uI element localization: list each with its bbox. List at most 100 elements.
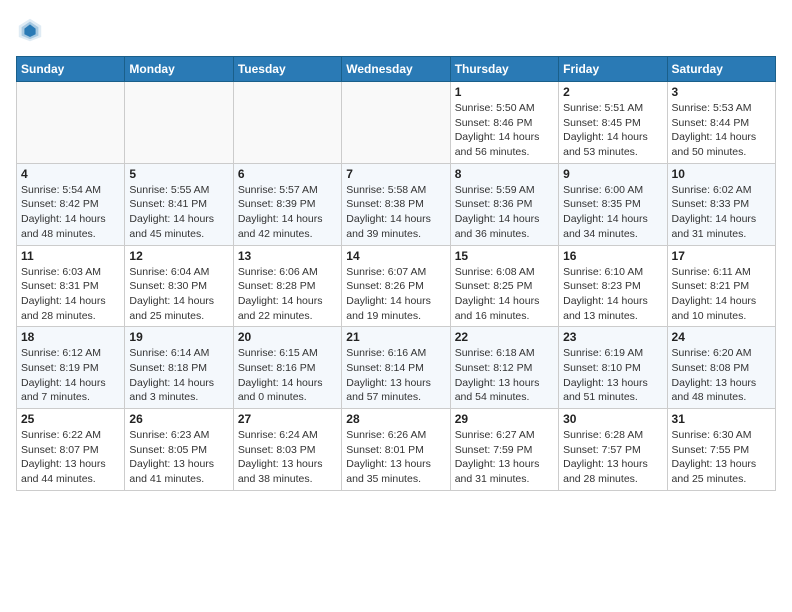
calendar-header-row: SundayMondayTuesdayWednesdayThursdayFrid…	[17, 57, 776, 82]
calendar-cell: 15 Sunrise: 6:08 AMSunset: 8:25 PMDayligh…	[450, 245, 558, 327]
header-thursday: Thursday	[450, 57, 558, 82]
day-info: Sunrise: 6:26 AMSunset: 8:01 PMDaylight:…	[346, 428, 445, 487]
calendar-cell: 2 Sunrise: 5:51 AMSunset: 8:45 PMDaylight…	[559, 82, 667, 164]
calendar-cell: 13 Sunrise: 6:06 AMSunset: 8:28 PMDayligh…	[233, 245, 341, 327]
day-number: 16	[563, 249, 662, 263]
calendar-cell: 19 Sunrise: 6:14 AMSunset: 8:18 PMDayligh…	[125, 327, 233, 409]
header-friday: Friday	[559, 57, 667, 82]
calendar-cell: 31 Sunrise: 6:30 AMSunset: 7:55 PMDayligh…	[667, 409, 775, 491]
calendar-cell: 10Sunrise: 6:02 AMSunset: 8:33 PMDayligh…	[667, 163, 775, 245]
calendar-cell: 18 Sunrise: 6:12 AMSunset: 8:19 PMDayligh…	[17, 327, 125, 409]
day-number: 29	[455, 412, 554, 426]
calendar-cell: 24Sunrise: 6:20 AMSunset: 8:08 PMDayligh…	[667, 327, 775, 409]
day-number: 30	[563, 412, 662, 426]
day-number: 31	[672, 412, 771, 426]
calendar-cell: 17 Sunrise: 6:11 AMSunset: 8:21 PMDayligh…	[667, 245, 775, 327]
day-number: 2	[563, 85, 662, 99]
day-info: Sunrise: 6:18 AMSunset: 8:12 PMDaylight:…	[455, 346, 554, 405]
day-number: 10	[672, 167, 771, 181]
logo	[16, 16, 48, 44]
calendar-cell: 29 Sunrise: 6:27 AMSunset: 7:59 PMDayligh…	[450, 409, 558, 491]
day-info: Sunrise: 6:11 AMSunset: 8:21 PMDaylight:…	[672, 265, 771, 324]
day-number: 15	[455, 249, 554, 263]
day-info: Sunrise: 6:19 AMSunset: 8:10 PMDaylight:…	[563, 346, 662, 405]
header-sunday: Sunday	[17, 57, 125, 82]
calendar-cell: 6Sunrise: 5:57 AMSunset: 8:39 PMDaylight…	[233, 163, 341, 245]
day-number: 13	[238, 249, 337, 263]
day-info: Sunrise: 6:12 AMSunset: 8:19 PMDaylight:…	[21, 346, 120, 405]
calendar-cell: 16 Sunrise: 6:10 AMSunset: 8:23 PMDayligh…	[559, 245, 667, 327]
day-number: 1	[455, 85, 554, 99]
calendar-cell: 30 Sunrise: 6:28 AMSunset: 7:57 PMDayligh…	[559, 409, 667, 491]
calendar-cell	[17, 82, 125, 164]
day-info: Sunrise: 6:22 AMSunset: 8:07 PMDaylight:…	[21, 428, 120, 487]
calendar-cell: 27 Sunrise: 6:24 AMSunset: 8:03 PMDayligh…	[233, 409, 341, 491]
calendar-cell: 14 Sunrise: 6:07 AMSunset: 8:26 PMDayligh…	[342, 245, 450, 327]
day-number: 12	[129, 249, 228, 263]
header-wednesday: Wednesday	[342, 57, 450, 82]
day-info: Sunrise: 5:53 AMSunset: 8:44 PMDaylight:…	[672, 101, 771, 160]
day-number: 11	[21, 249, 120, 263]
calendar-week-1: 1Sunrise: 5:50 AMSunset: 8:46 PMDaylight…	[17, 82, 776, 164]
calendar-cell: 21 Sunrise: 6:16 AMSunset: 8:14 PMDayligh…	[342, 327, 450, 409]
header-monday: Monday	[125, 57, 233, 82]
day-number: 6	[238, 167, 337, 181]
calendar-week-2: 4 Sunrise: 5:54 AMSunset: 8:42 PMDaylight…	[17, 163, 776, 245]
day-info: Sunrise: 5:58 AMSunset: 8:38 PMDaylight:…	[346, 183, 445, 242]
calendar-cell: 20Sunrise: 6:15 AMSunset: 8:16 PMDayligh…	[233, 327, 341, 409]
day-number: 9	[563, 167, 662, 181]
day-number: 17	[672, 249, 771, 263]
calendar-cell	[342, 82, 450, 164]
calendar-cell: 12 Sunrise: 6:04 AMSunset: 8:30 PMDayligh…	[125, 245, 233, 327]
calendar-cell: 5 Sunrise: 5:55 AMSunset: 8:41 PMDaylight…	[125, 163, 233, 245]
day-info: Sunrise: 5:54 AMSunset: 8:42 PMDaylight:…	[21, 183, 120, 242]
day-info: Sunrise: 5:59 AMSunset: 8:36 PMDaylight:…	[455, 183, 554, 242]
day-info: Sunrise: 6:30 AMSunset: 7:55 PMDaylight:…	[672, 428, 771, 487]
day-info: Sunrise: 6:08 AMSunset: 8:25 PMDaylight:…	[455, 265, 554, 324]
day-number: 19	[129, 330, 228, 344]
day-number: 4	[21, 167, 120, 181]
day-number: 14	[346, 249, 445, 263]
day-info: Sunrise: 6:24 AMSunset: 8:03 PMDaylight:…	[238, 428, 337, 487]
calendar-cell: 22 Sunrise: 6:18 AMSunset: 8:12 PMDayligh…	[450, 327, 558, 409]
day-info: Sunrise: 6:10 AMSunset: 8:23 PMDaylight:…	[563, 265, 662, 324]
page-header	[16, 16, 776, 44]
day-number: 28	[346, 412, 445, 426]
day-info: Sunrise: 6:07 AMSunset: 8:26 PMDaylight:…	[346, 265, 445, 324]
day-info: Sunrise: 6:27 AMSunset: 7:59 PMDaylight:…	[455, 428, 554, 487]
day-number: 18	[21, 330, 120, 344]
day-number: 24	[672, 330, 771, 344]
day-number: 21	[346, 330, 445, 344]
calendar-cell: 7 Sunrise: 5:58 AMSunset: 8:38 PMDaylight…	[342, 163, 450, 245]
day-number: 5	[129, 167, 228, 181]
header-saturday: Saturday	[667, 57, 775, 82]
day-info: Sunrise: 6:03 AMSunset: 8:31 PMDaylight:…	[21, 265, 120, 324]
day-info: Sunrise: 6:06 AMSunset: 8:28 PMDaylight:…	[238, 265, 337, 324]
day-number: 26	[129, 412, 228, 426]
calendar-cell: 4 Sunrise: 5:54 AMSunset: 8:42 PMDaylight…	[17, 163, 125, 245]
day-number: 22	[455, 330, 554, 344]
day-number: 25	[21, 412, 120, 426]
day-number: 8	[455, 167, 554, 181]
calendar-week-3: 11 Sunrise: 6:03 AMSunset: 8:31 PMDayligh…	[17, 245, 776, 327]
calendar-table: SundayMondayTuesdayWednesdayThursdayFrid…	[16, 56, 776, 491]
calendar-cell: 8 Sunrise: 5:59 AMSunset: 8:36 PMDaylight…	[450, 163, 558, 245]
calendar-week-5: 25 Sunrise: 6:22 AMSunset: 8:07 PMDayligh…	[17, 409, 776, 491]
day-info: Sunrise: 6:04 AMSunset: 8:30 PMDaylight:…	[129, 265, 228, 324]
day-info: Sunrise: 5:55 AMSunset: 8:41 PMDaylight:…	[129, 183, 228, 242]
day-info: Sunrise: 6:14 AMSunset: 8:18 PMDaylight:…	[129, 346, 228, 405]
calendar-cell	[233, 82, 341, 164]
day-number: 27	[238, 412, 337, 426]
day-info: Sunrise: 6:28 AMSunset: 7:57 PMDaylight:…	[563, 428, 662, 487]
day-number: 7	[346, 167, 445, 181]
calendar-cell: 11 Sunrise: 6:03 AMSunset: 8:31 PMDayligh…	[17, 245, 125, 327]
day-info: Sunrise: 6:23 AMSunset: 8:05 PMDaylight:…	[129, 428, 228, 487]
calendar-cell: 25 Sunrise: 6:22 AMSunset: 8:07 PMDayligh…	[17, 409, 125, 491]
day-info: Sunrise: 5:51 AMSunset: 8:45 PMDaylight:…	[563, 101, 662, 160]
logo-icon	[16, 16, 44, 44]
calendar-cell: 23Sunrise: 6:19 AMSunset: 8:10 PMDayligh…	[559, 327, 667, 409]
calendar-cell: 26 Sunrise: 6:23 AMSunset: 8:05 PMDayligh…	[125, 409, 233, 491]
day-number: 20	[238, 330, 337, 344]
day-info: Sunrise: 6:00 AMSunset: 8:35 PMDaylight:…	[563, 183, 662, 242]
day-info: Sunrise: 6:16 AMSunset: 8:14 PMDaylight:…	[346, 346, 445, 405]
